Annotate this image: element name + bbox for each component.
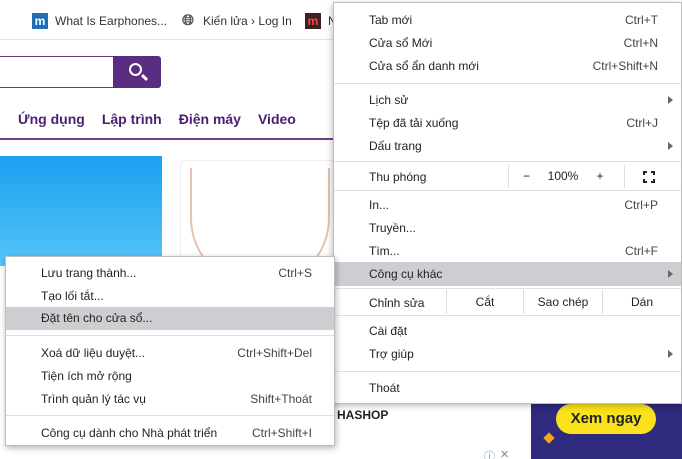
menu-new-tab[interactable]: Tab mới Ctrl+T [334, 9, 681, 31]
search-icon [129, 63, 142, 76]
zoom-out-button[interactable]: − [508, 165, 544, 188]
submenu-save-page[interactable]: Lưu trang thành... Ctrl+S [6, 262, 334, 284]
bookmark-kien-lua[interactable]: 🌐︎ Kiến lửa › Log In [180, 12, 292, 30]
menu-new-window[interactable]: Cửa sổ Mới Ctrl+N [334, 32, 681, 54]
nav-divider [0, 138, 340, 140]
chevron-right-icon [668, 350, 673, 358]
menu-downloads[interactable]: Tệp đã tải xuống Ctrl+J [334, 112, 681, 134]
paste-button[interactable]: Dán [602, 290, 681, 314]
submenu-task-manager[interactable]: Trình quản lý tác vụ Shift+Thoát [6, 388, 334, 410]
site-search-button[interactable] [113, 56, 161, 88]
nav-item-video[interactable]: Video [258, 111, 296, 131]
shop-label: HASHOP [337, 408, 389, 422]
promo-banner[interactable] [0, 156, 162, 266]
fullscreen-icon [643, 171, 655, 183]
ad-info-icon[interactable]: ⓘ [484, 448, 495, 459]
submenu-create-shortcut[interactable]: Tạo lối tắt... [6, 285, 334, 307]
cut-button[interactable]: Cắt [446, 290, 523, 314]
more-tools-submenu: Lưu trang thành... Ctrl+S Tạo lối tắt...… [5, 256, 335, 446]
nav-item-appliances[interactable]: Điện máy [179, 111, 241, 131]
menu-bookmarks[interactable]: Dấu trang [334, 135, 681, 157]
chevron-right-icon [668, 142, 673, 150]
bookmark-n[interactable]: m N [305, 12, 337, 30]
menu-separator [334, 315, 681, 316]
submenu-name-window[interactable]: Đặt tên cho cửa sổ... [6, 307, 334, 330]
menu-zoom-row: Thu phóng − 100% + [334, 165, 681, 188]
menu-find[interactable]: Tìm... Ctrl+F [334, 240, 681, 262]
ad-cta-button[interactable]: Xem ngay [556, 404, 656, 434]
submenu-clear-data[interactable]: Xoá dữ liệu duyệt... Ctrl+Shift+Del [6, 342, 334, 364]
menu-settings[interactable]: Cài đặt [334, 320, 681, 342]
zoom-in-button[interactable]: + [582, 165, 618, 188]
nav-item-programming[interactable]: Lập trình [102, 111, 162, 131]
site-nav: Ứng dụng Lập trình Điện máy Video [18, 111, 313, 131]
bookmark-label: What Is Earphones... [55, 14, 168, 28]
ad-close-icon[interactable]: ✕ [500, 448, 509, 459]
site-search-input[interactable] [0, 56, 114, 88]
bookmark-label: Kiến lửa › Log In [203, 14, 292, 28]
edit-label: Chỉnh sửa [369, 296, 425, 310]
copy-button[interactable]: Sao chép [523, 290, 602, 314]
menu-cast[interactable]: Truyền... [334, 217, 681, 239]
zoom-label: Thu phóng [369, 170, 427, 184]
m-favicon-icon: m [32, 13, 48, 29]
chevron-right-icon [668, 270, 673, 278]
chrome-main-menu: Tab mới Ctrl+T Cửa sổ Mới Ctrl+N Cửa sổ … [333, 2, 682, 404]
submenu-separator [6, 415, 334, 416]
menu-help[interactable]: Trợ giúp [334, 343, 681, 365]
menu-separator [334, 161, 681, 162]
menu-print[interactable]: In... Ctrl+P [334, 194, 681, 216]
browser-page: m What Is Earphones... 🌐︎ Kiến lửa › Log… [0, 0, 682, 459]
chevron-right-icon [668, 96, 673, 104]
menu-history[interactable]: Lịch sử [334, 89, 681, 111]
nav-item-apps[interactable]: Ứng dụng [18, 111, 85, 131]
zoom-level: 100% [547, 169, 579, 183]
menu-incognito-window[interactable]: Cửa sổ ẩn danh mới Ctrl+Shift+N [334, 55, 681, 77]
globe-icon: 🌐︎ [181, 12, 194, 29]
menu-separator [334, 83, 681, 84]
submenu-separator [6, 335, 334, 336]
bookmark-earphones[interactable]: m What Is Earphones... [32, 12, 167, 30]
menu-more-tools[interactable]: Công cụ khác [334, 262, 681, 286]
menu-edit-row: Chỉnh sửa Cắt Sao chép Dán [334, 290, 681, 314]
m-red-favicon-icon: m [305, 13, 321, 29]
menu-separator [334, 288, 681, 289]
menu-separator [334, 371, 681, 372]
menu-separator [334, 190, 681, 191]
submenu-extensions[interactable]: Tiện ích mở rộng [6, 365, 334, 387]
submenu-dev-tools[interactable]: Công cụ dành cho Nhà phát triển Ctrl+Shi… [6, 422, 334, 444]
menu-exit[interactable]: Thoát [334, 377, 681, 399]
